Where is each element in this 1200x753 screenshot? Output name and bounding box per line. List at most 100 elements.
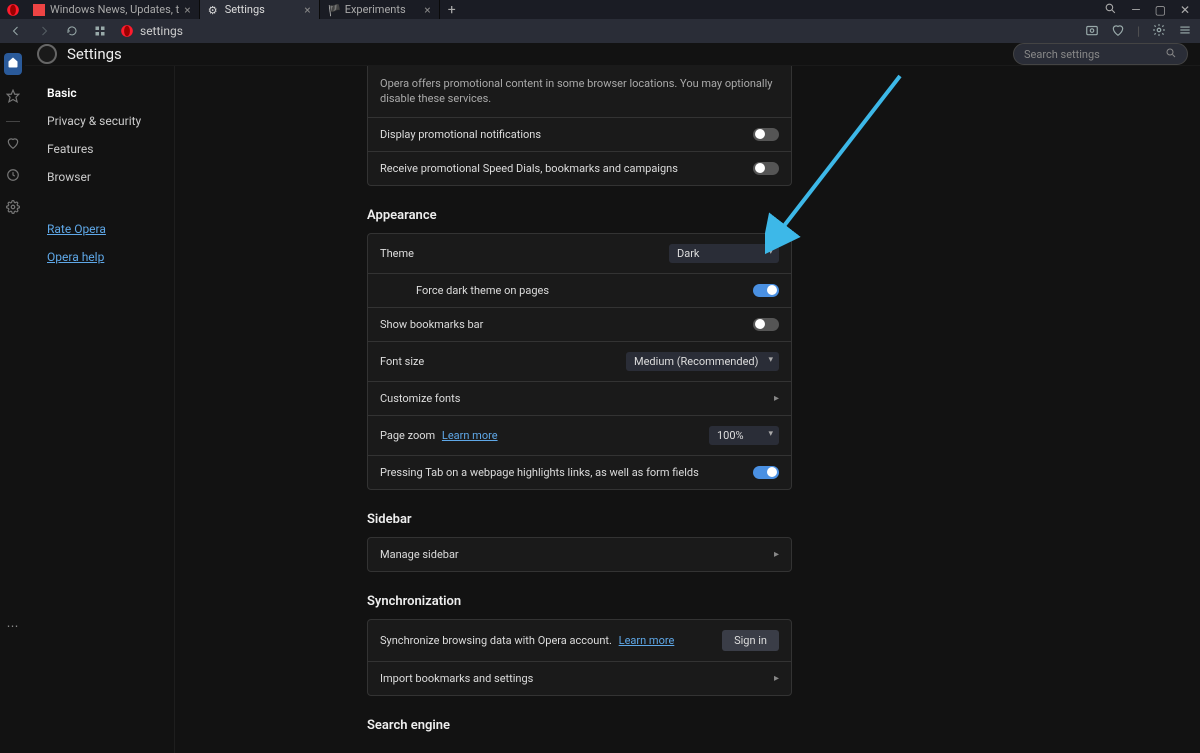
nav-rate-opera[interactable]: Rate Opera [47,222,174,236]
back-button[interactable] [8,25,24,37]
search-icon[interactable] [1104,2,1117,18]
bookmarks-icon[interactable] [6,89,20,107]
chevron-right-icon: ▸ [774,549,779,560]
section-title-sync: Synchronization [367,594,1200,609]
settings-sidebar-icon[interactable] [6,200,20,218]
zoom-select[interactable]: 100% [709,426,779,445]
row-label: Font size [380,355,626,368]
row-label: Pressing Tab on a webpage highlights lin… [380,466,753,479]
page-title: Settings [67,45,122,63]
chevron-right-icon: ▸ [774,393,779,404]
promo-description: Opera offers promotional content in some… [368,66,791,117]
minimize-icon[interactable]: — [1131,3,1140,17]
reload-button[interactable] [64,25,80,37]
promo-section: Opera offers promotional content in some… [367,66,792,186]
more-dots-icon[interactable]: ⋯ [7,619,19,633]
row-bookmarks-bar: Show bookmarks bar [368,307,791,341]
speed-dial-button[interactable] [92,25,108,37]
toggle-bookmarks-bar[interactable] [753,318,779,331]
row-theme: Theme Dark [368,234,791,273]
nav-browser[interactable]: Browser [47,170,174,184]
settings-main: Opera offers promotional content in some… [175,66,1200,753]
font-size-select[interactable]: Medium (Recommended) [626,352,779,371]
chevron-right-icon: ▸ [774,673,779,684]
row-display-promo-notif: Display promotional notifications [368,117,791,151]
nav-features[interactable]: Features [47,142,174,156]
tab-windows-news[interactable]: Windows News, Updates, t × [25,0,200,19]
row-force-dark: Force dark theme on pages [368,273,791,307]
titlebar: Windows News, Updates, t × ⚙ Settings × … [0,0,1200,19]
theme-select[interactable]: Dark [669,244,779,263]
section-title-appearance: Appearance [367,208,1200,223]
heart-icon[interactable] [1111,23,1125,40]
row-label: Force dark theme on pages [380,284,753,297]
close-icon[interactable]: × [304,3,310,17]
snapshot-icon[interactable] [1085,23,1099,40]
row-label: Display promotional notifications [380,128,753,141]
home-icon[interactable] [4,53,22,75]
toggle-display-promo-notif[interactable] [753,128,779,141]
close-window-icon[interactable]: ✕ [1180,3,1190,17]
search-settings-input[interactable]: Search settings [1013,43,1188,65]
nav-basic[interactable]: Basic [47,86,174,100]
row-label: Theme [380,247,669,260]
flask-icon: 🏴 [328,4,340,16]
forward-button[interactable] [36,25,52,37]
row-tab-highlight: Pressing Tab on a webpage highlights lin… [368,455,791,489]
address-bar[interactable]: settings [120,24,1073,38]
tab-label: Experiments [345,3,406,16]
toolbar: settings | [0,19,1200,43]
row-manage-sidebar[interactable]: Manage sidebar ▸ [368,538,791,571]
row-import-bookmarks[interactable]: Import bookmarks and settings ▸ [368,661,791,695]
row-label: Import bookmarks and settings [380,672,774,685]
row-label: Manage sidebar [380,548,774,561]
sidebar-mini: ⋯ [0,43,25,645]
new-tab-button[interactable]: + [440,0,464,19]
opera-logo-icon [37,44,57,64]
row-font-size: Font size Medium (Recommended) [368,341,791,381]
tab-experiments[interactable]: 🏴 Experiments × [320,0,440,19]
tab-strip: Windows News, Updates, t × ⚙ Settings × … [25,0,464,19]
opera-icon [6,3,20,17]
opera-icon [120,24,134,38]
zoom-learn-more-link[interactable]: Learn more [442,429,498,442]
close-icon[interactable]: × [184,3,190,17]
settings-header: Settings Search settings [25,43,1200,66]
row-page-zoom: Page zoom Learn more 100% [368,415,791,455]
row-customize-fonts[interactable]: Customize fonts ▸ [368,381,791,415]
close-icon[interactable]: × [424,3,430,17]
signin-button[interactable]: Sign in [722,630,779,651]
section-title-search: Search engine [367,718,1200,733]
page-icon [33,4,45,16]
sidebar-section: Manage sidebar ▸ [367,537,792,572]
toggle-receive-promo-speed[interactable] [753,162,779,175]
maximize-icon[interactable]: ▢ [1155,3,1166,17]
row-sync-signin: Synchronize browsing data with Opera acc… [368,620,791,661]
tab-label: Settings [225,3,265,16]
appearance-section: Theme Dark Force dark theme on pages Sho… [367,233,792,490]
toolbar-right: | [1085,23,1192,40]
row-label: Customize fonts [380,392,774,405]
nav-privacy[interactable]: Privacy & security [47,114,174,128]
search-icon [1165,47,1177,62]
settings-nav: Basic Privacy & security Features Browse… [25,66,175,753]
row-label: Receive promotional Speed Dials, bookmar… [380,162,753,175]
address-text: settings [140,24,183,38]
search-placeholder: Search settings [1024,48,1100,61]
opera-menu-button[interactable] [0,0,25,19]
toggle-tab-highlight[interactable] [753,466,779,479]
menu-icon[interactable] [1178,23,1192,40]
tab-label: Windows News, Updates, t [50,3,179,16]
tab-settings[interactable]: ⚙ Settings × [200,0,320,19]
easy-setup-icon[interactable] [1152,23,1166,40]
row-label: Page zoom Learn more [380,429,709,442]
window-controls: — ▢ ✕ [1104,2,1200,18]
section-title-sidebar: Sidebar [367,512,1200,527]
toggle-force-dark[interactable] [753,284,779,297]
row-receive-promo-speed: Receive promotional Speed Dials, bookmar… [368,151,791,185]
nav-opera-help[interactable]: Opera help [47,250,174,264]
heart-sidebar-icon[interactable] [6,136,20,154]
gear-icon: ⚙ [208,4,220,16]
sync-section: Synchronize browsing data with Opera acc… [367,619,792,696]
history-icon[interactable] [6,168,20,186]
